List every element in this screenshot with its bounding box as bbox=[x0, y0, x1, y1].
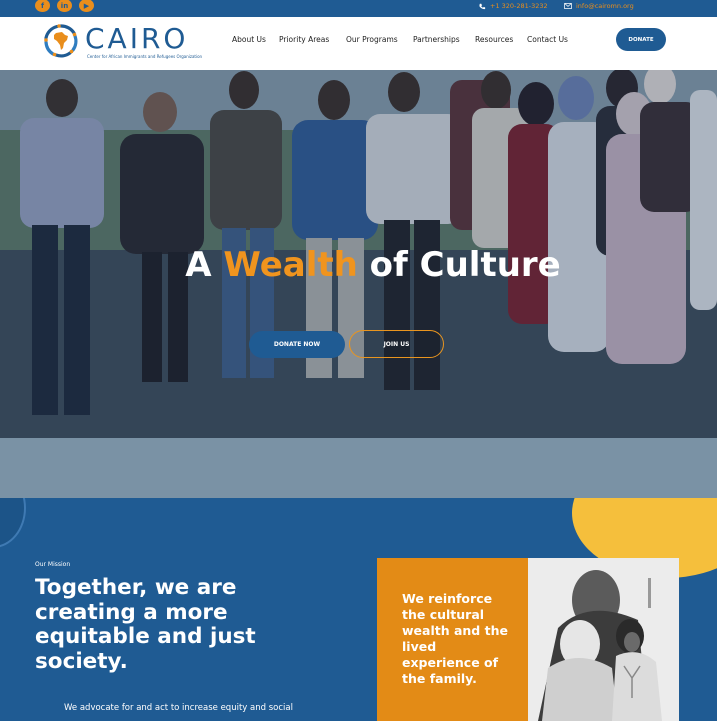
cairo-logo[interactable]: CAIRO Center for African Immigrants and … bbox=[43, 22, 213, 63]
hero-title-prefix: A bbox=[185, 245, 224, 285]
nav-our-programs[interactable]: Our Programs bbox=[346, 35, 398, 44]
phone-icon bbox=[479, 3, 486, 9]
youtube-icon[interactable]: ▶ bbox=[79, 0, 94, 12]
site-header: CAIRO Center for African Immigrants and … bbox=[0, 17, 717, 70]
family-photo bbox=[528, 558, 679, 721]
phone-link[interactable]: +1 320-281-3232 bbox=[478, 0, 548, 12]
mission-section: Our Mission Together, we are creating a … bbox=[0, 498, 717, 721]
hero-title: A Wealth of Culture bbox=[0, 245, 717, 285]
mail-icon bbox=[564, 3, 572, 9]
donate-button[interactable]: DONATE bbox=[616, 28, 666, 51]
facebook-icon[interactable]: f bbox=[35, 0, 50, 12]
hero-title-accent: Wealth bbox=[223, 245, 358, 285]
quote-text: We reinforce the cultural wealth and the… bbox=[402, 591, 508, 686]
join-us-button[interactable]: JOIN US bbox=[349, 330, 444, 358]
hero-section: A Wealth of Culture DONATE NOW JOIN US bbox=[0, 70, 717, 438]
africa-globe-icon bbox=[44, 24, 78, 58]
family-embrace-image bbox=[528, 558, 679, 721]
nav-about-us[interactable]: About Us bbox=[232, 35, 266, 44]
decorative-blue-shape bbox=[0, 498, 26, 548]
hero-bottom-band bbox=[0, 438, 717, 498]
top-bar: f in ▶ +1 320-281-3232 info@cairomn.org bbox=[0, 0, 717, 17]
email-link[interactable]: info@cairomn.org bbox=[564, 0, 634, 12]
mission-body: We advocate for and act to increase equi… bbox=[64, 703, 293, 713]
linkedin-icon[interactable]: in bbox=[57, 0, 72, 12]
logo-tagline: Center for African Immigrants and Refuge… bbox=[87, 54, 203, 59]
nav-contact-us[interactable]: Contact Us bbox=[527, 35, 568, 44]
donate-now-button[interactable]: DONATE NOW bbox=[249, 331, 345, 358]
logo-wordmark: CAIRO bbox=[85, 22, 189, 55]
email-address: info@cairomn.org bbox=[576, 2, 634, 10]
nav-resources[interactable]: Resources bbox=[475, 35, 513, 44]
mission-heading: Together, we are creating a more equitab… bbox=[35, 575, 256, 674]
phone-number: +1 320-281-3232 bbox=[490, 2, 548, 10]
mission-label: Our Mission bbox=[35, 561, 71, 568]
quote-card: We reinforce the cultural wealth and the… bbox=[377, 558, 528, 721]
nav-partnerships[interactable]: Partnerships bbox=[413, 35, 460, 44]
nav-priority-areas[interactable]: Priority Areas bbox=[279, 35, 329, 44]
hero-title-suffix: of Culture bbox=[357, 245, 561, 285]
